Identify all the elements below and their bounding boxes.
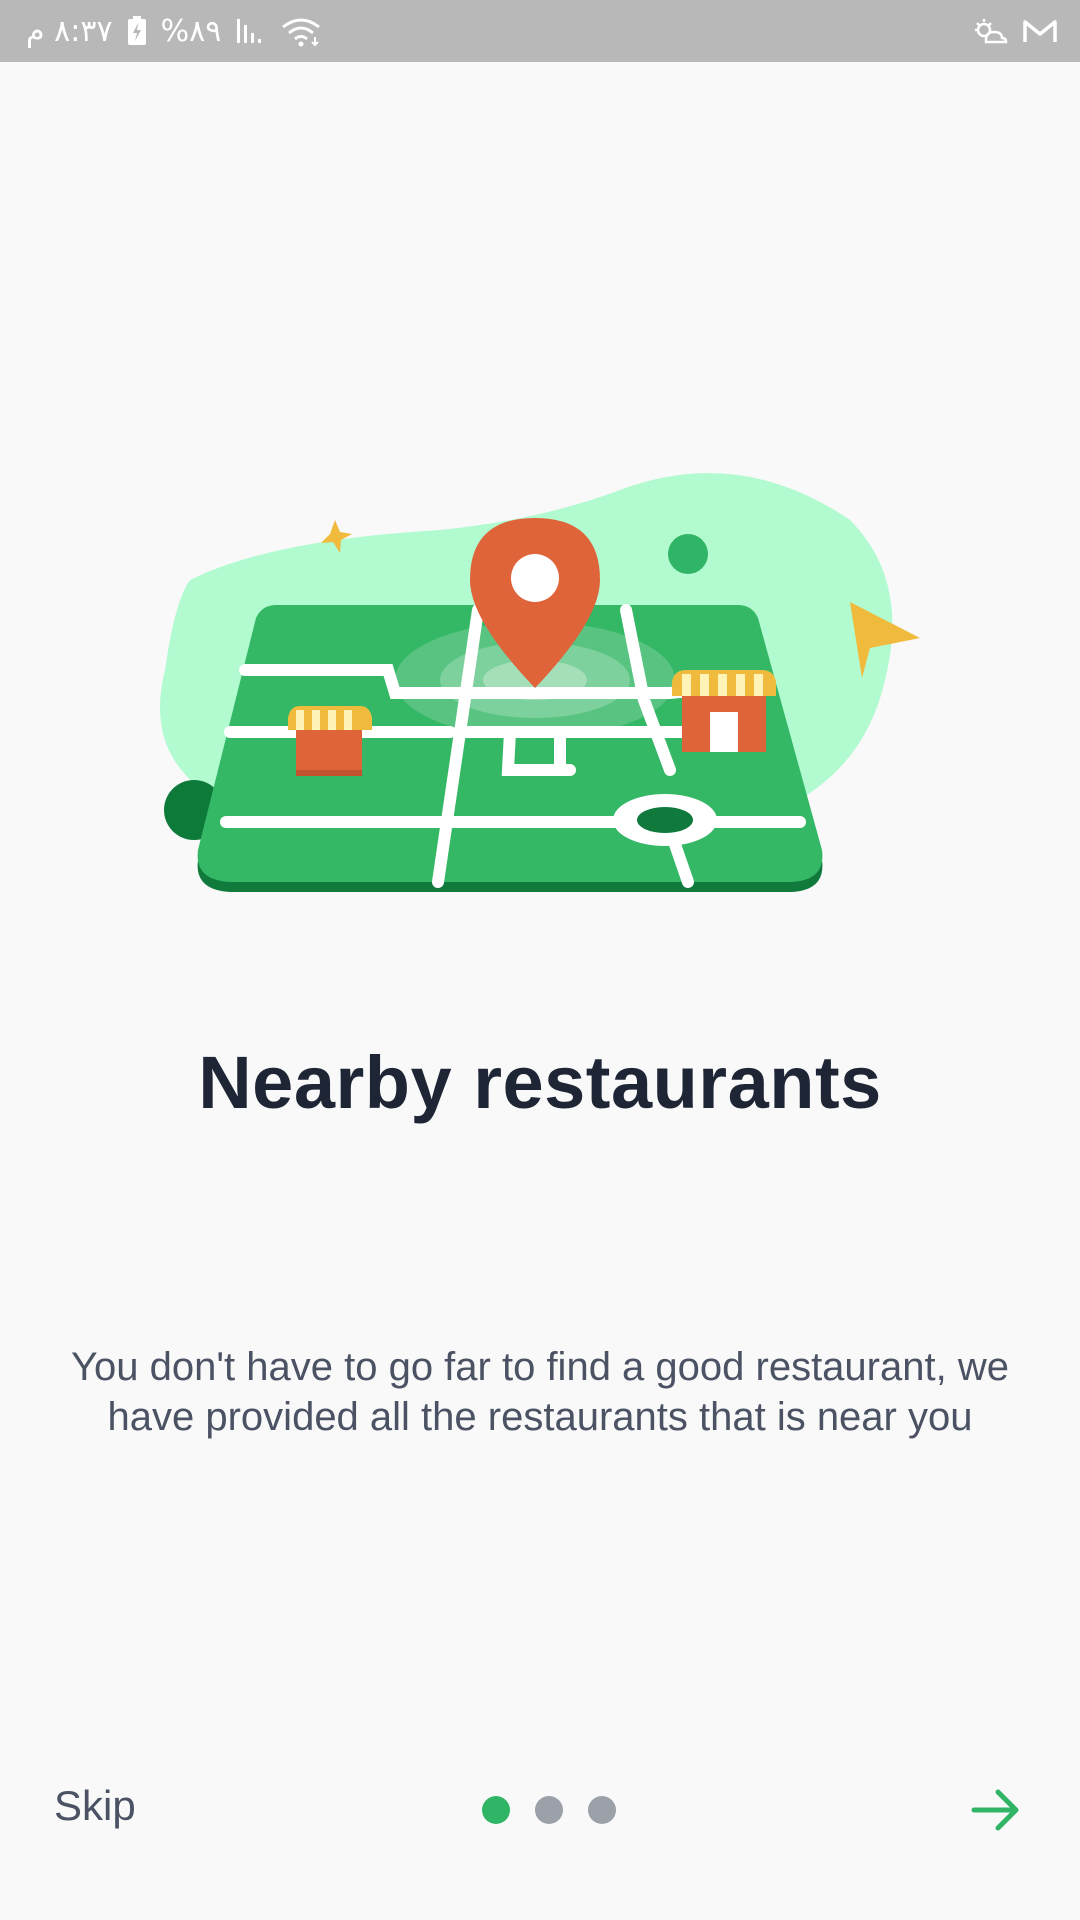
page-indicator	[482, 1796, 616, 1824]
status-bar: ٨:٣٧ م %٨٩	[0, 0, 1080, 62]
page-title: Nearby restaurants	[198, 1041, 882, 1124]
wifi-icon	[279, 15, 323, 47]
battery-percent: %٨٩	[160, 13, 222, 49]
map-with-restaurants-illustration	[150, 470, 940, 960]
clock: ٨:٣٧ م	[26, 13, 113, 49]
status-bar-left: ٨:٣٧ م %٨٩	[26, 14, 323, 49]
status-bar-right	[972, 16, 1058, 46]
weather-icon	[972, 16, 1008, 46]
arrow-right-icon	[971, 1789, 1019, 1831]
onboarding-footer: Skip	[0, 1770, 1080, 1850]
battery-charging-icon	[127, 16, 147, 46]
skip-button[interactable]: Skip	[54, 1782, 136, 1830]
page-dot-2[interactable]	[535, 1796, 563, 1824]
page-dot-3[interactable]	[588, 1796, 616, 1824]
description-text: You don't have to go far to find a good …	[71, 1345, 1009, 1439]
signal-icon	[235, 17, 265, 45]
next-button[interactable]	[966, 1780, 1026, 1840]
page-dot-1-active[interactable]	[482, 1796, 510, 1824]
gmail-icon	[1022, 17, 1058, 45]
